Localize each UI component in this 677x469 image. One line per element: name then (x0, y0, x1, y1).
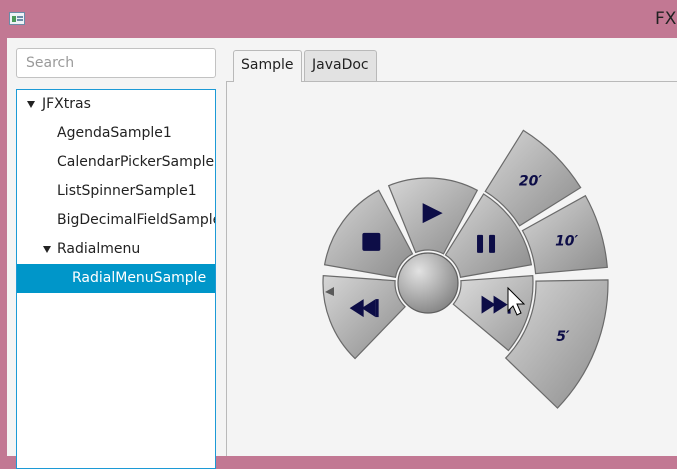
tree-item-label: Radialmenu (57, 241, 141, 257)
radial-menu[interactable]: 20′ 10′ 5′ (227, 82, 677, 457)
tree-item-radialmenu[interactable]: Radialmenu (17, 235, 215, 264)
window-title: FX (655, 9, 677, 29)
submenu-label: 10′ (555, 234, 578, 250)
tree-item-label: BigDecimalFieldSample1 (57, 212, 216, 228)
tab-label: JavaDoc (312, 57, 369, 73)
submenu-label: 20′ (519, 173, 542, 189)
title-bar: FX (0, 0, 677, 38)
tree-item-label: RadialMenuSample (72, 270, 207, 286)
tree-item-list-spinner-sample[interactable]: ListSpinnerSample1 (17, 177, 215, 206)
tab-sample[interactable]: Sample (233, 50, 302, 82)
application-content: JFXtras AgendaSample1 CalendarPickerSamp… (7, 38, 677, 469)
tree-item-label: ListSpinnerSample1 (57, 183, 197, 199)
sample-tree[interactable]: JFXtras AgendaSample1 CalendarPickerSamp… (16, 89, 216, 469)
rewind-segment[interactable] (322, 275, 406, 360)
tree-item-label: AgendaSample1 (57, 125, 172, 141)
tree-item-label: JFXtras (42, 96, 91, 112)
tree-item-label: CalendarPickerSample1 (57, 154, 216, 170)
tab-label: Sample (241, 57, 294, 73)
submenu-label: 5′ (556, 329, 570, 345)
rewind-segment-shape[interactable] (322, 275, 406, 360)
app-window-icon (9, 12, 25, 25)
expanded-triangle-icon[interactable] (27, 101, 35, 108)
radial-menu-center-button[interactable] (397, 252, 459, 314)
expanded-triangle-icon[interactable] (43, 246, 51, 253)
tree-item-big-decimal-field-sample[interactable]: BigDecimalFieldSample1 (17, 206, 215, 235)
tree-item-radial-menu-sample[interactable]: RadialMenuSample (17, 264, 215, 293)
tree-item-calendar-picker-sample[interactable]: CalendarPickerSample1 (17, 148, 215, 177)
tree-item-jfxtras[interactable]: JFXtras (17, 90, 215, 119)
search-input[interactable] (16, 48, 216, 78)
sample-pane: 20′ 10′ 5′ (226, 81, 677, 456)
tab-javadoc[interactable]: JavaDoc (304, 50, 377, 81)
stop-icon (362, 232, 381, 251)
tree-item-agenda-sample[interactable]: AgendaSample1 (17, 119, 215, 148)
